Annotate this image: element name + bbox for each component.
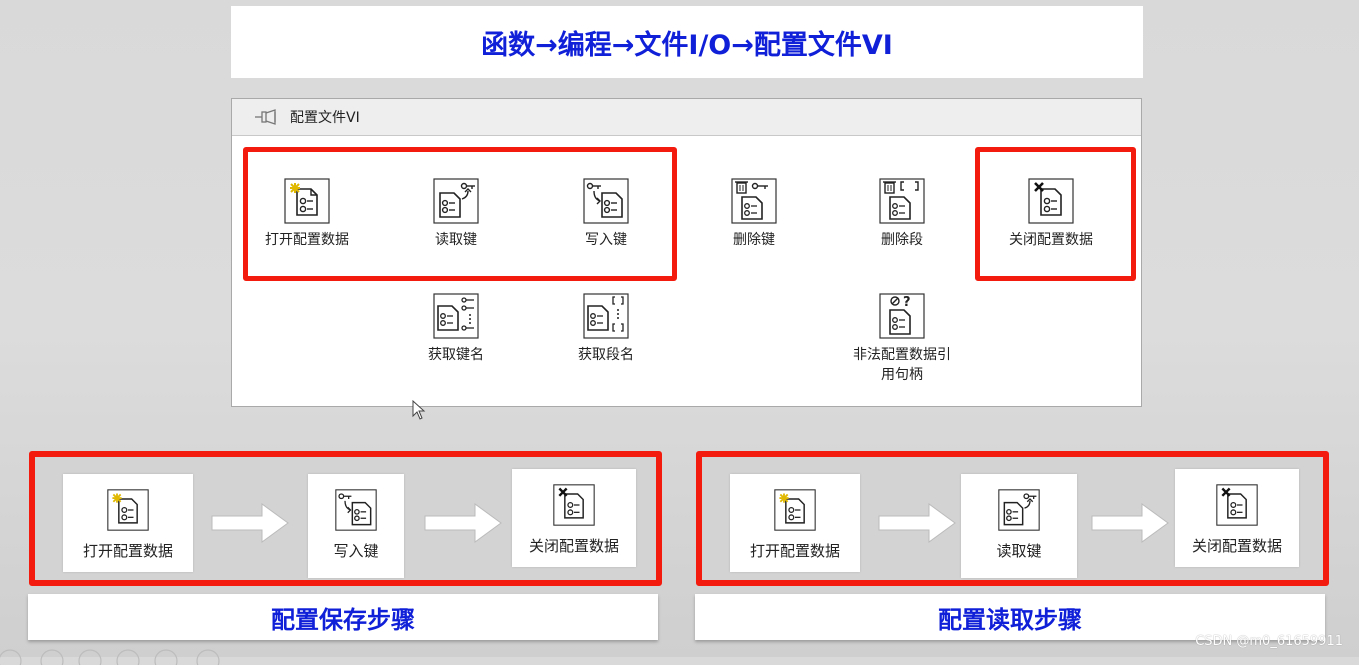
save-step-write: 写入键 [308, 474, 404, 578]
palette-item-delete-key[interactable]: 删除键 [699, 177, 809, 250]
save-flow-caption: 配置保存步骤 [28, 594, 658, 640]
open-config-icon [774, 489, 816, 531]
palette-item-label: 非法配置数据引 用句柄 [837, 345, 967, 385]
delete-section-icon [879, 178, 925, 224]
read-key-icon [998, 489, 1040, 531]
step-label: 关闭配置数据 [528, 537, 619, 555]
read-step-read: 读取键 [961, 474, 1077, 578]
read-step-open: 打开配置数据 [730, 474, 860, 572]
slide-nav-dots [0, 649, 220, 665]
arrow-right-icon [211, 503, 289, 543]
watermark: CSDN @m0_61659911 [1195, 634, 1343, 649]
pin-icon[interactable] [254, 108, 280, 126]
invalid-refnum-icon: ? [879, 293, 925, 339]
step-label: 读取键 [996, 542, 1042, 560]
step-label: 打开配置数据 [749, 542, 840, 560]
read-flow-frame: 打开配置数据 读取键 关闭配置数据 [696, 451, 1329, 586]
save-step-close: 关闭配置数据 [512, 469, 636, 567]
open-config-icon [107, 489, 149, 531]
save-flow-frame: 打开配置数据 写入键 关闭配置数据 [29, 451, 662, 586]
palette-item-delete-section[interactable]: 删除段 [847, 177, 957, 250]
step-label: 关闭配置数据 [1191, 537, 1282, 555]
palette-item-label: 获取段名 [578, 347, 634, 363]
close-config-icon [1216, 484, 1258, 526]
caption-text: 配置读取步骤 [938, 605, 1082, 634]
title-banner: 函数→编程→文件I/O→配置文件VI [231, 6, 1143, 78]
palette-item-label: 删除段 [881, 232, 923, 248]
mouse-cursor-icon [412, 400, 426, 420]
palette-item-get-section-names[interactable]: 获取段名 [551, 292, 661, 365]
arrow-right-icon [878, 503, 956, 543]
read-step-close: 关闭配置数据 [1175, 469, 1299, 567]
svg-text:?: ? [903, 295, 911, 310]
save-step-open: 打开配置数据 [63, 474, 193, 572]
palette-item-label: 获取键名 [428, 347, 484, 363]
delete-key-icon [731, 178, 777, 224]
step-label: 打开配置数据 [82, 542, 173, 560]
palette-item-get-key-names[interactable]: 获取键名 [401, 292, 511, 365]
write-key-icon [335, 489, 377, 531]
palette-item-invalid-refnum[interactable]: ? 非法配置数据引 用句柄 [837, 292, 967, 385]
get-section-names-icon [583, 293, 629, 339]
get-key-names-icon [433, 293, 479, 339]
arrow-right-icon [424, 503, 502, 543]
caption-text: 配置保存步骤 [271, 605, 415, 634]
palette-header: 配置文件VI [232, 99, 1141, 136]
step-label: 写入键 [333, 542, 379, 560]
highlight-frame-close [975, 147, 1136, 281]
arrow-right-icon [1091, 503, 1169, 543]
page-title: 函数→编程→文件I/O→配置文件VI [481, 29, 893, 61]
close-config-icon [553, 484, 595, 526]
palette-title: 配置文件VI [290, 110, 360, 126]
label-line: 非法配置数据引 [853, 347, 951, 363]
label-line: 用句柄 [881, 367, 923, 383]
palette-item-label: 删除键 [733, 232, 775, 248]
highlight-frame-basic [243, 147, 677, 281]
